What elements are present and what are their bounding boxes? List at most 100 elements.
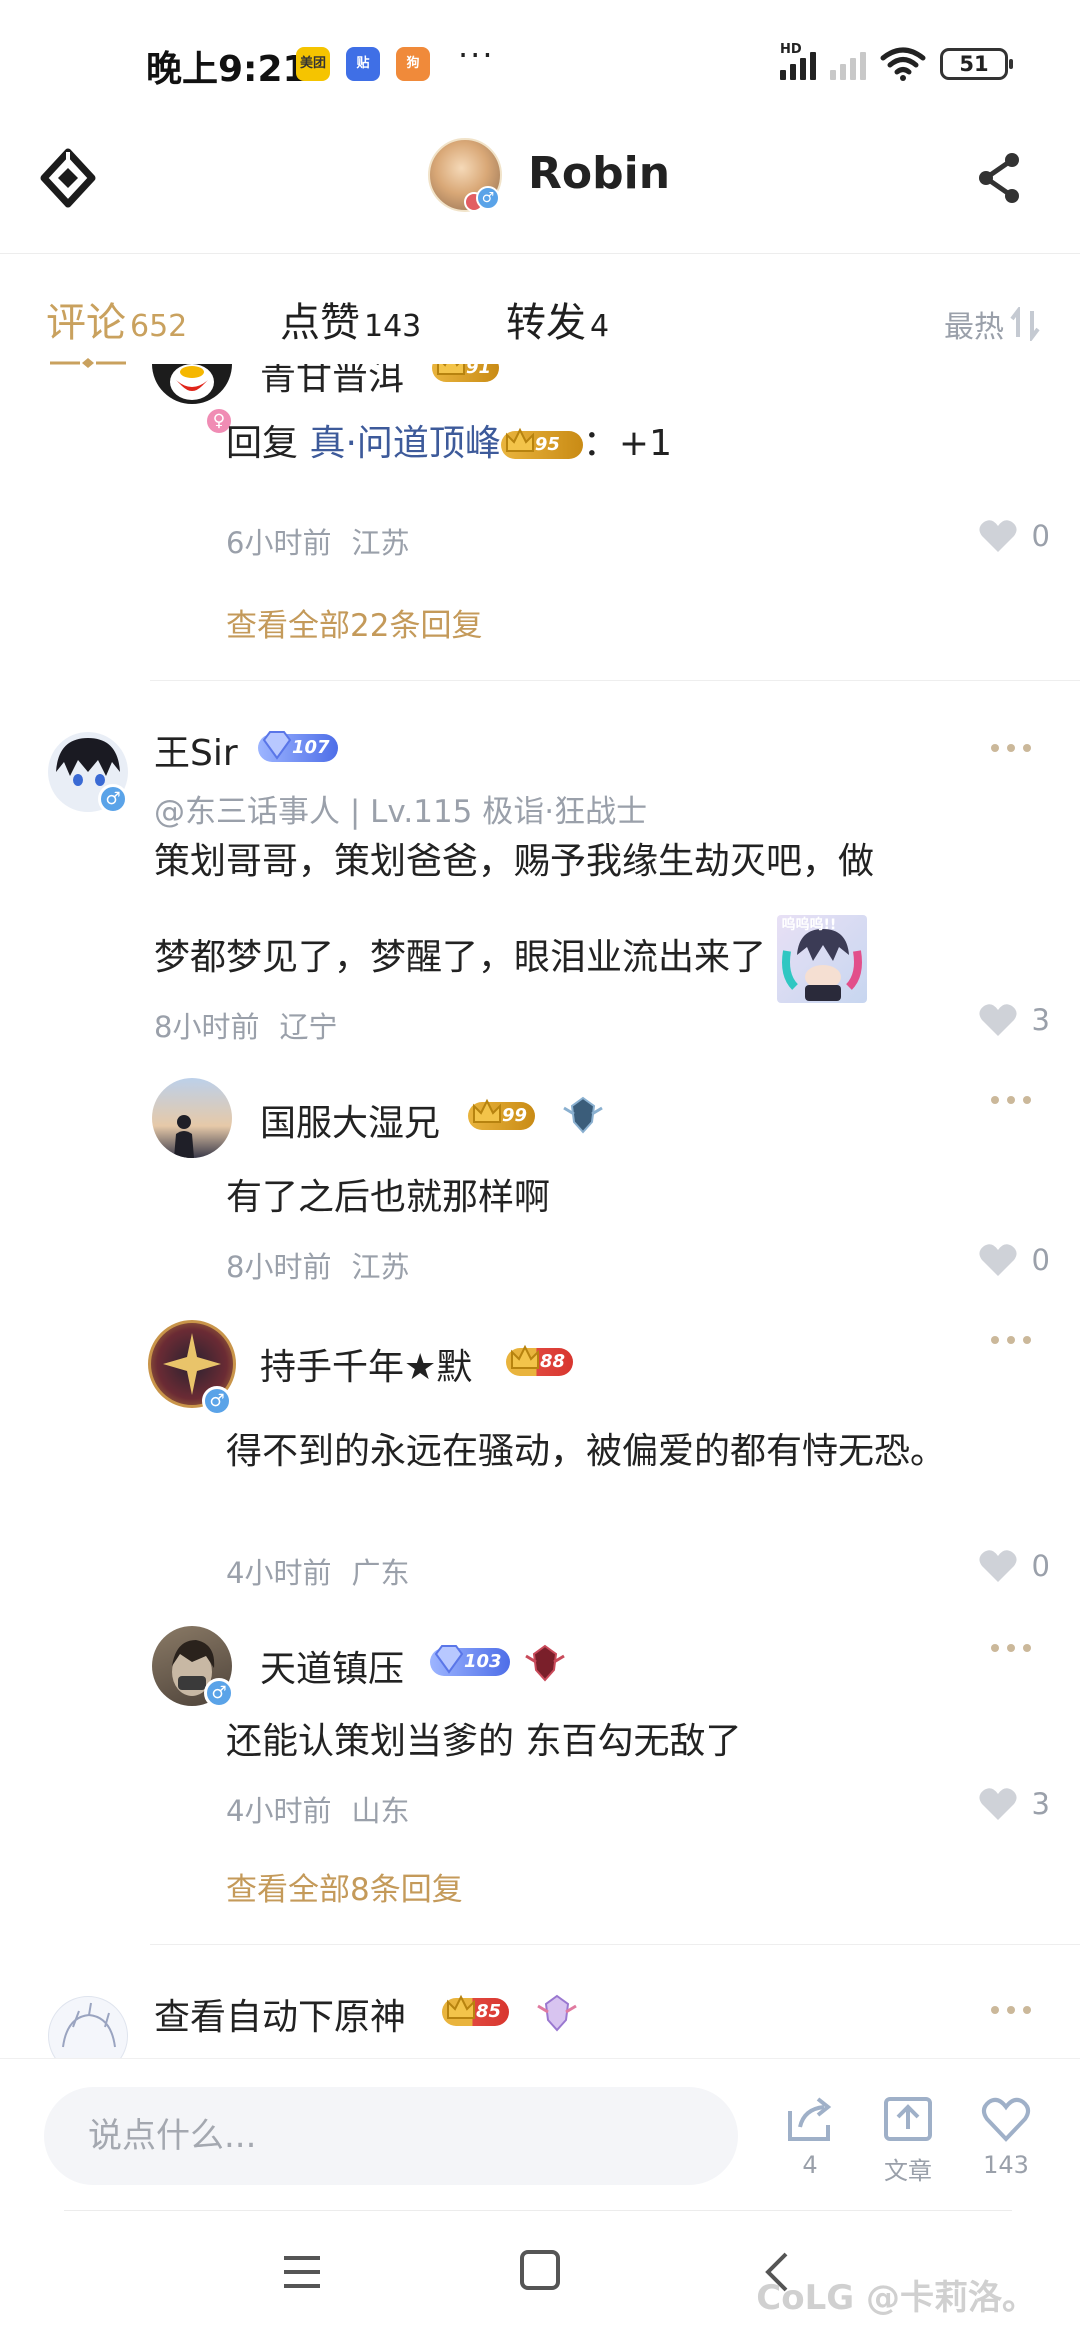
hd-label: HD	[780, 42, 802, 57]
author-avatar[interactable]: ♂	[428, 138, 502, 212]
comment-meta: 8小时前 辽宁	[154, 1004, 337, 1046]
menu-icon[interactable]	[280, 2252, 324, 2292]
tab-reposts[interactable]: 转发 4	[506, 290, 609, 348]
upload-article-icon	[884, 2097, 932, 2141]
like-count: 0	[1031, 1243, 1050, 1277]
comment-username[interactable]: 王Sir	[154, 724, 238, 776]
like-count: 3	[1031, 1003, 1050, 1037]
reply-prefix: 回复	[226, 423, 310, 464]
sort-icon	[1010, 307, 1040, 341]
more-notifications-icon: ···	[458, 36, 495, 74]
reply-time: 8小时前	[226, 1250, 332, 1284]
comment-list[interactable]: ♀ 青甘晋洱 91 回复 真·问道顶峰 95 ：+1 6小时前 江苏 0 查看全部22…	[0, 364, 1080, 2058]
reply-username[interactable]: 国服大湿兄	[260, 1094, 440, 1146]
post-header: ♂ Robin	[0, 120, 1080, 254]
like-button[interactable]: 0	[978, 1242, 1050, 1278]
tab-comments[interactable]: 评论 652	[46, 290, 187, 348]
comment-input[interactable]: 说点什么...	[44, 2087, 738, 2185]
signal-weak-icon	[830, 48, 866, 80]
level-badge: 85	[442, 1994, 510, 2026]
article-button[interactable]: 文章	[868, 2095, 948, 2186]
crown-icon	[511, 1344, 539, 1369]
battery-icon: 51	[940, 48, 1013, 80]
author-name[interactable]: Robin	[528, 148, 670, 199]
like-button[interactable]: 0	[978, 1548, 1050, 1584]
reply-meta: 4小时前 广东	[226, 1550, 409, 1592]
article-label: 文章	[884, 2157, 932, 2185]
reply-time: 4小时前	[226, 1794, 332, 1828]
reply-location: 江苏	[351, 526, 410, 560]
like-count: 0	[1031, 1549, 1050, 1583]
heart-icon	[978, 1244, 1017, 1276]
status-indicators: HD 51	[780, 42, 1013, 84]
avatar[interactable]	[152, 1078, 232, 1158]
more-options-icon[interactable]	[990, 1094, 1032, 1106]
reply-username[interactable]: 持手千年★默	[260, 1338, 472, 1390]
share-icon[interactable]	[972, 150, 1026, 206]
crown-icon	[437, 364, 465, 375]
like-count: 0	[1031, 519, 1050, 553]
level-number: 91	[466, 364, 492, 378]
level-number: 107	[292, 737, 330, 758]
like-button[interactable]: 3	[978, 1786, 1050, 1822]
comment-username[interactable]: 查看自动下原神	[154, 1988, 406, 2040]
reply-time: 6小时前	[226, 526, 332, 560]
repost-icon	[788, 2097, 832, 2141]
sticker-image[interactable]: 呜呜呜!!	[777, 915, 868, 1003]
rank-emblem-icon	[563, 1096, 603, 1134]
share-button[interactable]: 4	[770, 2095, 850, 2179]
reply-body: ：+1	[582, 423, 672, 464]
divider	[150, 680, 1080, 681]
male-gender-icon: ♂	[476, 186, 500, 210]
tab-likes-count: 143	[364, 309, 422, 344]
more-options-icon[interactable]	[990, 742, 1032, 754]
reply-text: 回复 真·问道顶峰 95 ：+1	[226, 396, 672, 492]
more-options-icon[interactable]	[990, 1334, 1032, 1346]
heart-icon	[978, 1788, 1017, 1820]
like-button[interactable]: 0	[978, 518, 1050, 554]
avatar[interactable]	[152, 364, 232, 404]
tieba-app-icon: 贴	[346, 47, 380, 81]
sketch-avatar-icon	[62, 2002, 116, 2048]
reply-username[interactable]: 天道镇压	[260, 1640, 404, 1692]
heart-icon	[978, 1550, 1017, 1582]
crown-icon	[447, 1994, 475, 2019]
more-options-icon[interactable]	[990, 1642, 1032, 1654]
sort-button[interactable]: 最热	[944, 302, 1040, 346]
dog-app-icon: 狗	[396, 47, 430, 81]
like-post-button[interactable]: 143	[966, 2095, 1046, 2179]
like-button[interactable]: 3	[978, 1002, 1050, 1038]
tab-likes-label: 点赞	[280, 300, 360, 346]
home-icon[interactable]	[520, 2250, 560, 2290]
reply-location: 广东	[351, 1556, 410, 1590]
view-all-replies-link[interactable]: 查看全部22条回复	[226, 600, 482, 645]
reply-meta: 4小时前 山东	[226, 1788, 409, 1830]
reply-username[interactable]: 青甘晋洱	[260, 364, 404, 400]
bottom-action-bar: 说点什么... 4 文章 143	[0, 2058, 1080, 2210]
level-badge: 88	[506, 1344, 574, 1376]
male-gender-icon: ♂	[98, 784, 128, 814]
level-number: 95	[534, 434, 560, 455]
sort-label: 最热	[944, 310, 1004, 345]
view-all-replies-link[interactable]: 查看全部8条回复	[226, 1864, 463, 1909]
reply-meta: 6小时前 江苏	[226, 520, 409, 562]
tab-bar: 评论 652 点赞 143 转发 4 最热	[0, 254, 1080, 368]
reply-text: 还能认策划当爹的 东百勾无敌了	[226, 1721, 742, 1762]
level-number: 85	[476, 2001, 502, 2022]
level-badge: 95	[500, 427, 583, 459]
reply-text: 有了之后也就那样啊	[226, 1177, 551, 1218]
reply-target-link[interactable]: 真·问道顶峰	[309, 423, 500, 464]
crown-icon	[473, 1098, 501, 1123]
tab-reposts-label: 转发	[506, 300, 586, 346]
male-gender-icon: ♂	[202, 1386, 232, 1416]
sticker-caption: 呜呜呜!!	[781, 917, 837, 933]
divider	[64, 2210, 1012, 2211]
tab-likes[interactable]: 点赞 143	[280, 290, 421, 348]
avatar[interactable]	[48, 1996, 128, 2058]
tab-comments-count: 652	[130, 309, 188, 344]
app-logo-icon[interactable]	[40, 148, 96, 208]
heart-icon	[978, 520, 1017, 552]
comment-text-line-1: 策划哥哥，策划爸爸，赐予我缘生劫灭吧，做	[154, 841, 875, 882]
more-options-icon[interactable]	[990, 2004, 1032, 2016]
comment-text-line-2: 梦都梦见了，梦醒了，眼泪业流出来了 呜呜呜!!	[154, 910, 868, 1006]
